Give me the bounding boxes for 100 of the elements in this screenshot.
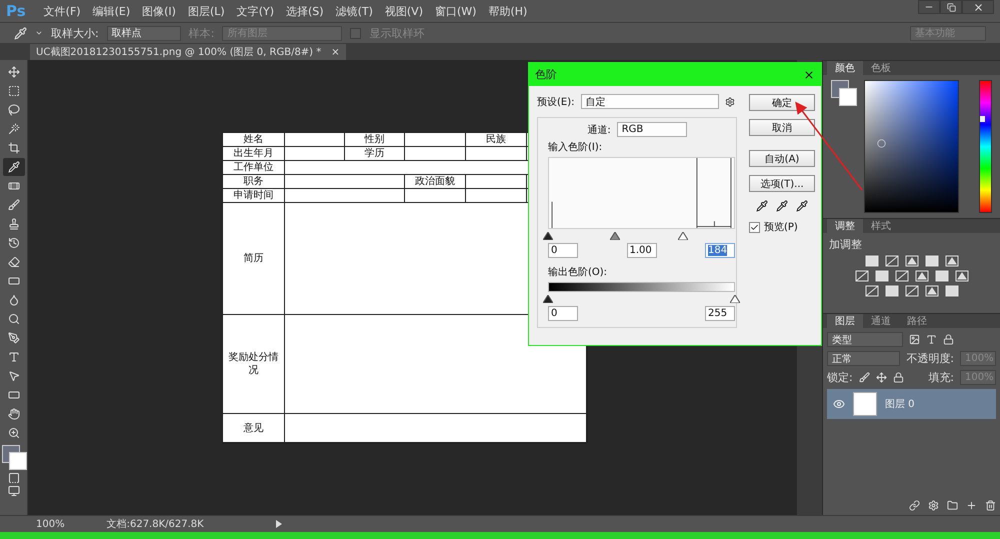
adjustment-icon[interactable] — [944, 285, 958, 297]
level-input[interactable]: 0 — [548, 306, 578, 321]
adjustment-icon[interactable] — [904, 285, 918, 297]
quick-mask-icon[interactable] — [8, 472, 20, 484]
adjustment-icon[interactable] — [934, 270, 948, 282]
table-cell: 学历 — [345, 147, 405, 161]
level-input[interactable]: 184 — [705, 243, 735, 258]
color-swatches[interactable] — [831, 80, 856, 108]
level-input[interactable]: 255 — [705, 306, 735, 321]
panel-tab[interactable]: 颜色 — [827, 61, 863, 75]
eye-icon[interactable] — [833, 398, 845, 410]
lock-icon[interactable] — [892, 372, 904, 383]
preview-checkbox[interactable] — [749, 222, 760, 232]
lock-label: 锁定: — [827, 370, 853, 385]
adjustment-icon[interactable] — [924, 255, 938, 267]
adjustment-icon[interactable] — [854, 270, 868, 282]
dialog-button[interactable]: 自动(A) — [749, 150, 815, 167]
panel-tab[interactable]: 样式 — [863, 219, 899, 233]
eyedropper-icon[interactable] — [756, 200, 768, 212]
preset-dropdown[interactable]: 自定 — [580, 94, 718, 109]
panel-tab[interactable]: 色板 — [863, 61, 899, 75]
magnifier-icon — [8, 313, 20, 325]
hue-handle[interactable] — [980, 116, 986, 122]
slider-handle[interactable] — [730, 295, 740, 303]
level-input[interactable]: 1.00 — [626, 243, 656, 258]
adjustment-icon[interactable] — [894, 270, 908, 282]
slider-handle[interactable] — [610, 232, 620, 240]
image-icon[interactable] — [909, 334, 920, 345]
sample-size-dropdown[interactable]: 取样点 — [106, 26, 181, 40]
menu-item[interactable]: 窗口(W) — [435, 4, 476, 18]
layer-row[interactable]: 图层 0 — [827, 389, 996, 419]
filter-dropdown[interactable]: 类型 — [827, 332, 903, 347]
panel-tab[interactable]: 通道 — [863, 314, 899, 328]
menu-item[interactable]: 文字(Y) — [236, 4, 274, 18]
adjustment-icon[interactable] — [914, 270, 928, 282]
menu-item[interactable]: 编辑(E) — [92, 4, 130, 18]
input-levels-label: 输入色阶(I): — [548, 140, 604, 154]
menu-item[interactable]: 图像(I) — [142, 4, 176, 18]
color-picker-handle[interactable] — [876, 139, 886, 148]
color-swatches[interactable] — [0, 443, 28, 471]
folder-icon[interactable] — [947, 500, 958, 511]
settings-icon[interactable] — [724, 96, 734, 106]
caret-icon[interactable] — [35, 29, 43, 37]
restore-button[interactable] — [940, 0, 962, 14]
document-tab[interactable]: UC截图20181230155751.png @ 100% (图层 0, RGB/8#) * × — [30, 44, 346, 60]
adjustment-icon[interactable] — [954, 270, 968, 282]
play-icon[interactable] — [276, 520, 282, 528]
panel-tab[interactable]: 图层 — [827, 314, 863, 328]
tool-button[interactable] — [2, 158, 24, 176]
adjustment-icon[interactable] — [924, 285, 938, 297]
zoom-icon — [8, 427, 20, 439]
menu-item[interactable]: 帮助(H) — [488, 4, 528, 18]
eyedropper-icon — [8, 161, 20, 173]
link-icon[interactable] — [909, 500, 920, 511]
eyedropper-icon[interactable] — [776, 200, 788, 212]
adjustment-icon[interactable] — [884, 285, 898, 297]
table-cell — [285, 147, 345, 161]
close-tab[interactable]: × — [331, 46, 340, 58]
adjustment-icon[interactable] — [864, 285, 878, 297]
type-icon[interactable] — [926, 334, 937, 345]
adjustment-icon[interactable] — [884, 255, 898, 267]
menu-item[interactable]: 滤镜(T) — [336, 4, 373, 18]
trash-icon[interactable] — [985, 500, 996, 511]
adjustment-icon[interactable] — [944, 255, 958, 267]
close-button[interactable] — [962, 0, 994, 14]
slider-handle[interactable] — [543, 232, 553, 240]
blend-mode-dropdown[interactable]: 正常 — [827, 351, 900, 366]
wand-icon — [8, 123, 20, 135]
panel-tab[interactable]: 路径 — [899, 314, 935, 328]
brush-icon[interactable] — [858, 372, 870, 383]
layer-thumbnail — [853, 392, 877, 416]
dialog-button[interactable]: 选项(T)... — [749, 175, 815, 192]
menu-item[interactable]: 视图(V) — [384, 4, 423, 18]
adjustment-icon[interactable] — [874, 270, 888, 282]
channel-label: 通道: — [587, 124, 611, 136]
dialog-button[interactable]: 取消 — [749, 119, 815, 136]
hue-slider[interactable] — [979, 80, 992, 213]
adjustment-icon[interactable] — [904, 255, 918, 267]
table-cell: 民族 — [466, 133, 527, 147]
restore-icon — [946, 2, 956, 12]
ring-checkbox[interactable] — [350, 28, 362, 38]
menu-item[interactable]: 选择(S) — [286, 4, 324, 18]
eyedropper-icon[interactable] — [796, 200, 808, 212]
screen-mode-icon[interactable] — [8, 485, 20, 497]
channel-dropdown[interactable]: RGB — [616, 122, 687, 137]
close-icon[interactable] — [803, 68, 815, 80]
slider-handle[interactable] — [543, 295, 553, 303]
panel-tab[interactable]: 调整 — [827, 219, 863, 233]
lock-icon[interactable] — [943, 334, 954, 345]
dialog-button[interactable]: 确定 — [749, 94, 815, 111]
menu-item[interactable]: 文件(F) — [44, 4, 81, 18]
add-icon[interactable] — [966, 500, 977, 511]
type-icon — [8, 351, 20, 363]
slider-handle[interactable] — [678, 232, 688, 240]
table-cell: 工作单位 — [223, 161, 285, 175]
color-field[interactable] — [864, 80, 960, 213]
menu-item[interactable]: 图层(L) — [188, 4, 225, 18]
adjustment-icon[interactable] — [864, 255, 878, 267]
move-icon[interactable] — [876, 372, 887, 383]
level-input[interactable]: 0 — [548, 243, 578, 258]
